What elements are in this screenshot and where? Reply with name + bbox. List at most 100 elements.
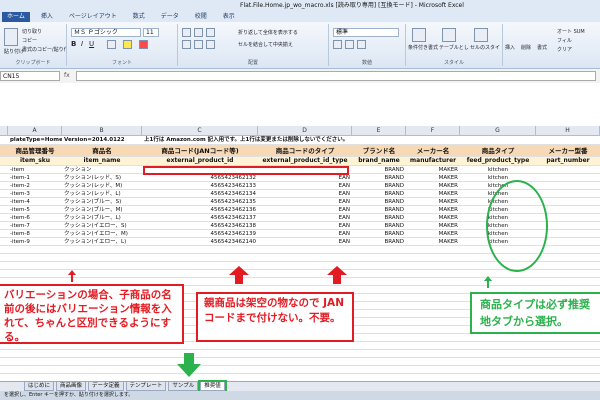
column-header-f[interactable]: F — [406, 126, 460, 135]
sku-cell[interactable]: -item — [8, 166, 62, 174]
code-cell[interactable]: 4565423462139 — [142, 230, 258, 238]
code-cell[interactable]: 4565423462134 — [142, 190, 258, 198]
percent-icon[interactable] — [345, 40, 354, 49]
tab-insert[interactable]: 挿入 — [36, 12, 58, 22]
brand-cell[interactable]: BRAND — [352, 182, 406, 190]
code-cell[interactable]: 4565423462138 — [142, 222, 258, 230]
code-type-cell[interactable]: EAN — [258, 190, 352, 198]
maker-cell[interactable]: MAKER — [406, 174, 460, 182]
tab-review[interactable]: 校閲 — [190, 12, 212, 22]
align-bottom-icon[interactable] — [206, 28, 215, 37]
sku-cell[interactable]: -item-2 — [8, 182, 62, 190]
product-type-cell[interactable]: kitchen — [460, 166, 536, 174]
header-jp-f[interactable]: メーカー名 — [406, 145, 460, 157]
sku-cell[interactable]: -item-5 — [8, 206, 62, 214]
header-jp-b[interactable]: 商品名 — [62, 145, 142, 157]
header-en-e[interactable]: brand_name — [352, 157, 406, 165]
bold-button[interactable]: B — [71, 40, 76, 48]
brand-cell[interactable]: BRAND — [352, 174, 406, 182]
code-cell[interactable]: 4565423462137 — [142, 214, 258, 222]
formula-input[interactable] — [76, 71, 596, 81]
align-middle-icon[interactable] — [194, 28, 203, 37]
sku-cell[interactable]: -item-1 — [8, 174, 62, 182]
code-type-cell[interactable]: EAN — [258, 206, 352, 214]
header-en-d[interactable]: external_product_id_type — [258, 157, 352, 165]
code-type-cell[interactable]: EAN — [258, 174, 352, 182]
wrap-text-button[interactable]: 折り返して全体を表示する — [238, 29, 298, 36]
font-color-icon[interactable] — [139, 40, 148, 49]
sku-cell[interactable]: -item-7 — [8, 222, 62, 230]
sku-cell[interactable]: -item-4 — [8, 198, 62, 206]
header-en-a[interactable]: item_sku — [8, 157, 62, 165]
font-name-select[interactable]: ＭＳ Ｐゴシック — [71, 28, 141, 37]
name-cell[interactable]: クッション(イエロー、S) — [62, 222, 142, 230]
header-jp-g[interactable]: 商品タイプ — [460, 145, 536, 157]
format-cells-button[interactable]: 書式 — [537, 44, 547, 51]
header-jp-a[interactable]: 商品管理番号 — [8, 145, 62, 157]
column-header-c[interactable]: C — [142, 126, 258, 135]
maker-cell[interactable]: MAKER — [406, 238, 460, 246]
code-cell[interactable]: 4565423462136 — [142, 206, 258, 214]
column-header-d[interactable]: D — [258, 126, 352, 135]
tab-home[interactable]: ホーム — [2, 12, 30, 22]
italic-button[interactable]: I — [81, 40, 83, 48]
maker-cell[interactable]: MAKER — [406, 190, 460, 198]
instruction-cell[interactable]: 上1行は Amazon.com 記入用です。上1行は変更または削除しないでくださ… — [142, 135, 592, 145]
column-header-h[interactable]: H — [536, 126, 600, 135]
brand-cell[interactable]: BRAND — [352, 214, 406, 222]
paste-icon[interactable] — [4, 28, 18, 46]
name-cell[interactable]: クッション(ブルー、L) — [62, 214, 142, 222]
sheet-tab-data-definitions[interactable]: データ定義 — [88, 382, 124, 391]
select-all-corner[interactable] — [0, 126, 8, 135]
sku-cell[interactable]: -item-9 — [8, 238, 62, 246]
cut-button[interactable]: 切り取り — [22, 28, 42, 35]
maker-cell[interactable]: MAKER — [406, 222, 460, 230]
header-en-h[interactable]: part_number — [536, 157, 600, 165]
code-type-cell[interactable]: EAN — [258, 230, 352, 238]
table-format-button[interactable]: テーブルとして書式設定 — [439, 44, 469, 51]
brand-cell[interactable]: BRAND — [352, 190, 406, 198]
column-header-a[interactable]: A — [8, 126, 62, 135]
header-jp-d[interactable]: 商品コードのタイプ — [258, 145, 352, 157]
name-cell[interactable]: クッション(イエロー、L) — [62, 238, 142, 246]
code-cell[interactable]: 4565423462135 — [142, 198, 258, 206]
header-en-f[interactable]: manufacturer — [406, 157, 460, 165]
name-cell[interactable]: クッション(レッド、L) — [62, 190, 142, 198]
name-cell[interactable]: クッション(レッド、S) — [62, 174, 142, 182]
align-center-icon[interactable] — [194, 40, 203, 49]
tab-view[interactable]: 表示 — [218, 12, 240, 22]
header-en-b[interactable]: item_name — [62, 157, 142, 165]
format-painter-button[interactable]: 書式のコピー/貼り付け — [22, 46, 66, 53]
sheet-tab-sample[interactable]: サンプル — [168, 382, 199, 391]
border-icon[interactable] — [107, 40, 116, 49]
maker-cell[interactable]: MAKER — [406, 214, 460, 222]
code-type-cell[interactable]: EAN — [258, 198, 352, 206]
maker-cell[interactable]: MAKER — [406, 182, 460, 190]
fx-icon[interactable]: fx — [64, 71, 70, 81]
name-box[interactable]: CN15 — [0, 71, 60, 81]
maker-cell[interactable]: MAKER — [406, 198, 460, 206]
brand-cell[interactable]: BRAND — [352, 198, 406, 206]
name-cell[interactable]: クッション(イエロー、M) — [62, 230, 142, 238]
tab-page-layout[interactable]: ページレイアウト — [64, 12, 122, 22]
column-header-g[interactable]: G — [460, 126, 536, 135]
clear-button[interactable]: クリア — [557, 46, 572, 53]
merge-center-button[interactable]: セルを結合して中央揃え — [238, 41, 293, 48]
font-size-select[interactable]: 11 — [143, 28, 159, 37]
version-cell[interactable]: Version=2014.0122 — [62, 135, 142, 145]
code-type-cell[interactable]: EAN — [258, 214, 352, 222]
paste-button[interactable]: 貼り付け — [4, 48, 24, 55]
sheet-tab-intro[interactable]: はじめに — [24, 382, 55, 391]
maker-cell[interactable]: MAKER — [406, 206, 460, 214]
name-cell[interactable]: クッション — [62, 166, 142, 174]
brand-cell[interactable]: BRAND — [352, 206, 406, 214]
fill-color-icon[interactable] — [123, 40, 132, 49]
delete-cells-button[interactable]: 削除 — [521, 44, 531, 51]
align-right-icon[interactable] — [206, 40, 215, 49]
header-jp-c[interactable]: 商品コード(JANコード等) — [142, 145, 258, 157]
maker-cell[interactable]: MAKER — [406, 230, 460, 238]
sku-cell[interactable]: -item-6 — [8, 214, 62, 222]
brand-cell[interactable]: BRAND — [352, 222, 406, 230]
insert-cells-button[interactable]: 挿入 — [505, 44, 515, 51]
tab-data[interactable]: データ — [156, 12, 184, 22]
